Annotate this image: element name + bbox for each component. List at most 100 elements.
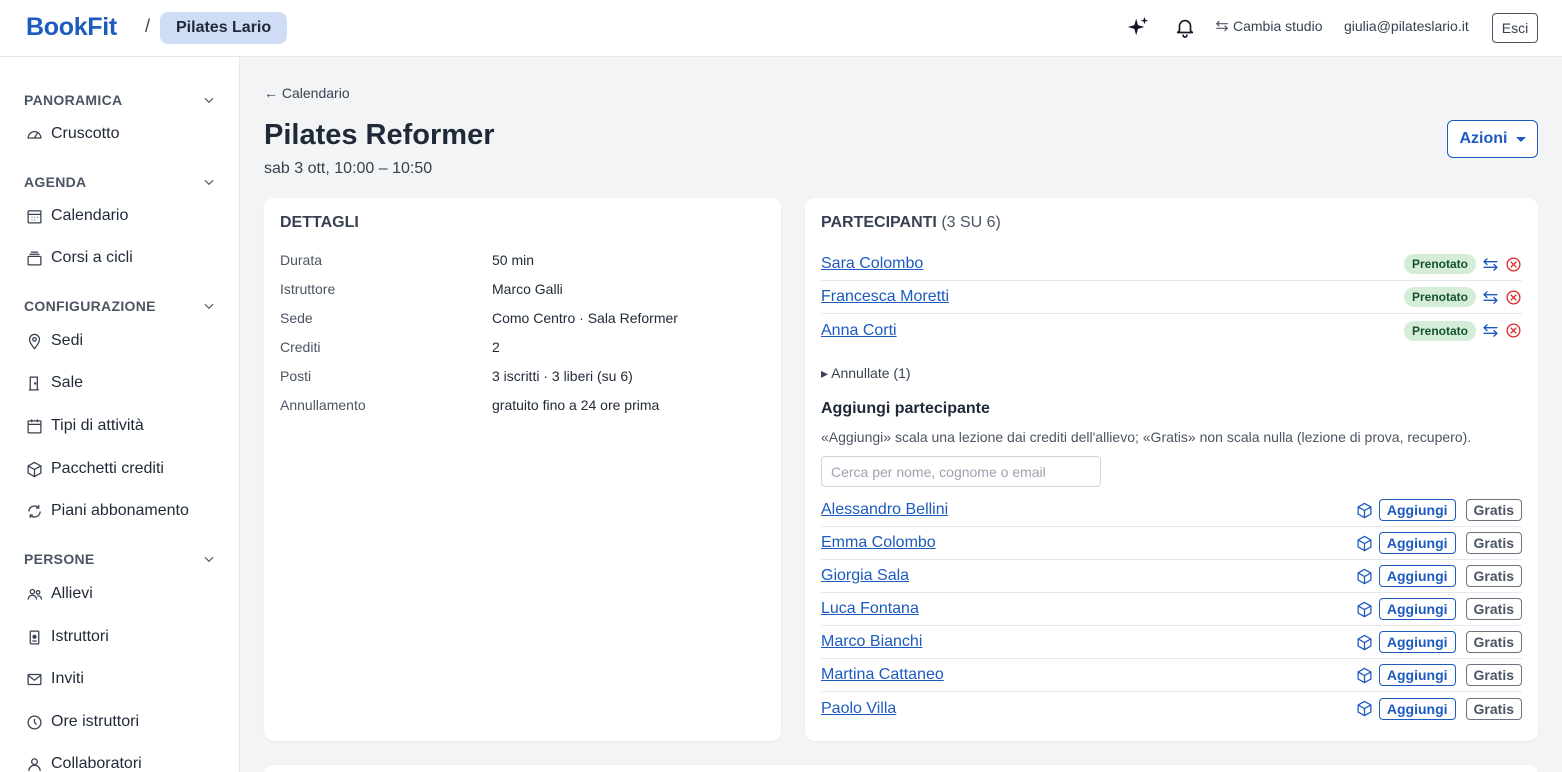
sidebar-item-ore-istruttori[interactable]: Ore istruttori <box>26 713 139 731</box>
add-button[interactable]: Aggiungi <box>1378 598 1456 620</box>
details-card: DETTAGLI Durata 50 min Istruttore Marco … <box>264 198 781 741</box>
add-button[interactable]: Aggiungi <box>1378 532 1456 554</box>
participant-search-input[interactable] <box>821 456 1101 487</box>
actions-dropdown-button[interactable]: Azioni <box>1447 120 1538 158</box>
detail-value: 3 iscritti · 3 liberi (su 6) <box>492 368 633 384</box>
free-button[interactable]: Gratis <box>1465 532 1522 554</box>
candidate-name-link[interactable]: Giorgia Sala <box>821 567 909 585</box>
logout-button[interactable]: Esci <box>1492 13 1538 43</box>
add-participant-help: «Aggiungi» scala una lezione dai crediti… <box>821 429 1472 445</box>
free-button[interactable]: Gratis <box>1465 565 1522 587</box>
breadcrumb-separator: / <box>145 16 151 36</box>
sidebar-section-panoramica[interactable]: PANORAMICA <box>24 92 216 108</box>
swap-arrows-icon[interactable] <box>1482 322 1499 339</box>
detail-value: Marco Galli <box>492 281 563 297</box>
sidebar-item-label: Inviti <box>51 670 84 687</box>
detail-row: Crediti 2 <box>280 339 770 355</box>
package-icon <box>1357 700 1372 717</box>
sidebar-item-tipi-di-attivita[interactable]: Tipi di attività <box>26 417 144 435</box>
bell-icon[interactable] <box>1174 16 1196 38</box>
sidebar-item-pacchetti-crediti[interactable]: Pacchetti crediti <box>26 460 164 478</box>
candidate-name-link[interactable]: Martina Cattaneo <box>821 666 944 684</box>
candidate-name-link[interactable]: Emma Colombo <box>821 534 936 552</box>
caret-down-icon <box>1515 136 1526 142</box>
detail-value: Como Centro · Sala Reformer <box>492 310 678 326</box>
participants-card: PARTECIPANTI (3 SU 6) Sara Colombo Preno… <box>805 198 1538 741</box>
free-button[interactable]: Gratis <box>1465 664 1522 686</box>
candidate-name-link[interactable]: Marco Bianchi <box>821 633 922 651</box>
sparkle-icon[interactable] <box>1127 16 1149 38</box>
studio-pill[interactable]: Pilates Lario <box>160 12 288 44</box>
free-button[interactable]: Gratis <box>1465 499 1522 521</box>
app-logo[interactable]: BookFit <box>26 13 117 42</box>
sidebar-section-agenda[interactable]: AGENDA <box>24 174 216 190</box>
sidebar-item-label: Corsi a cicli <box>51 249 133 266</box>
status-badge: Prenotato <box>1403 287 1476 307</box>
add-button[interactable]: Aggiungi <box>1378 631 1456 653</box>
swap-arrows-icon[interactable] <box>1482 256 1499 273</box>
cancel-circle-icon[interactable] <box>1505 289 1522 306</box>
candidate-name-link[interactable]: Luca Fontana <box>821 600 919 618</box>
sidebar-item-calendario[interactable]: Calendario <box>26 207 128 225</box>
sidebar-item-collaboratori[interactable]: Collaboratori <box>26 755 142 772</box>
package-icon <box>1357 601 1372 617</box>
chevron-down-icon <box>204 556 214 563</box>
id-badge-icon <box>29 629 40 645</box>
users-icon <box>27 588 43 600</box>
cancel-circle-icon[interactable] <box>1505 256 1522 273</box>
gauge-icon <box>27 130 42 139</box>
sidebar-item-sedi[interactable]: Sedi <box>26 332 83 350</box>
candidate-row: Emma Colombo Aggiungi Gratis <box>821 527 1522 560</box>
sidebar-section-persone[interactable]: PERSONE <box>24 551 216 567</box>
free-button[interactable]: Gratis <box>1465 598 1522 620</box>
section-label: AGENDA <box>24 174 87 190</box>
top-bar: BookFit / Pilates Lario Cambia studio gi… <box>0 0 1562 57</box>
participant-name-link[interactable]: Anna Corti <box>821 322 897 340</box>
free-button[interactable]: Gratis <box>1465 631 1522 653</box>
chevron-down-icon <box>204 97 214 104</box>
sidebar-item-allievi[interactable]: Allievi <box>26 585 93 603</box>
cancelled-toggle[interactable]: ▸ Annullate (1) <box>821 365 911 382</box>
candidate-row: Giorgia Sala Aggiungi Gratis <box>821 560 1522 593</box>
participant-name-link[interactable]: Sara Colombo <box>821 255 923 273</box>
sidebar-item-label: Sale <box>51 374 84 391</box>
detail-row: Istruttore Marco Galli <box>280 281 770 297</box>
candidate-row: Paolo Villa Aggiungi Gratis <box>821 692 1522 725</box>
actions-label: Azioni <box>1459 130 1508 147</box>
sidebar-item-piani-abbonamento[interactable]: Piani abbonamento <box>26 502 189 520</box>
detail-label: Crediti <box>280 339 321 355</box>
add-button[interactable]: Aggiungi <box>1378 697 1456 720</box>
calendar-grid-icon <box>27 209 42 224</box>
section-label: CONFIGURAZIONE <box>24 298 156 314</box>
next-card <box>264 765 1538 772</box>
refresh-icon <box>28 504 41 518</box>
detail-row: Sede Como Centro · Sala Reformer <box>280 310 770 326</box>
sidebar-item-istruttori[interactable]: Istruttori <box>26 628 109 646</box>
add-button[interactable]: Aggiungi <box>1378 664 1456 686</box>
sidebar-item-sale[interactable]: Sale <box>26 374 83 392</box>
add-button[interactable]: Aggiungi <box>1378 499 1456 521</box>
sidebar-item-label: Tipi di attività <box>51 417 144 434</box>
sidebar-section-configurazione[interactable]: CONFIGURAZIONE <box>24 298 216 314</box>
add-participant-title: Aggiungi partecipante <box>821 400 990 417</box>
participant-name-link[interactable]: Francesca Moretti <box>821 288 949 306</box>
user-email: giulia@pilateslario.it <box>1344 18 1469 34</box>
add-button[interactable]: Aggiungi <box>1378 565 1456 587</box>
detail-label: Posti <box>280 368 312 384</box>
sidebar-item-label: Collaboratori <box>51 755 142 772</box>
swap-arrows-icon[interactable] <box>1482 289 1499 306</box>
free-button[interactable]: Gratis <box>1465 697 1522 720</box>
package-icon <box>1357 634 1372 650</box>
candidate-name-link[interactable]: Paolo Villa <box>821 700 896 718</box>
sidebar-item-inviti[interactable]: Inviti <box>26 670 84 688</box>
sidebar-item-corsi-a-cicli[interactable]: Corsi a cicli <box>26 249 133 267</box>
detail-value: 2 <box>492 339 500 355</box>
cancel-circle-icon[interactable] <box>1505 322 1522 339</box>
section-label: PANORAMICA <box>24 92 123 108</box>
back-to-calendar-link[interactable]: ← Calendario <box>264 85 350 101</box>
sidebar-item-cruscotto[interactable]: Cruscotto <box>26 125 119 143</box>
section-label: PERSONE <box>24 551 95 567</box>
candidate-name-link[interactable]: Alessandro Bellini <box>821 501 948 519</box>
status-badge: Prenotato <box>1403 320 1476 341</box>
switch-studio-link[interactable]: Cambia studio <box>1215 18 1323 34</box>
